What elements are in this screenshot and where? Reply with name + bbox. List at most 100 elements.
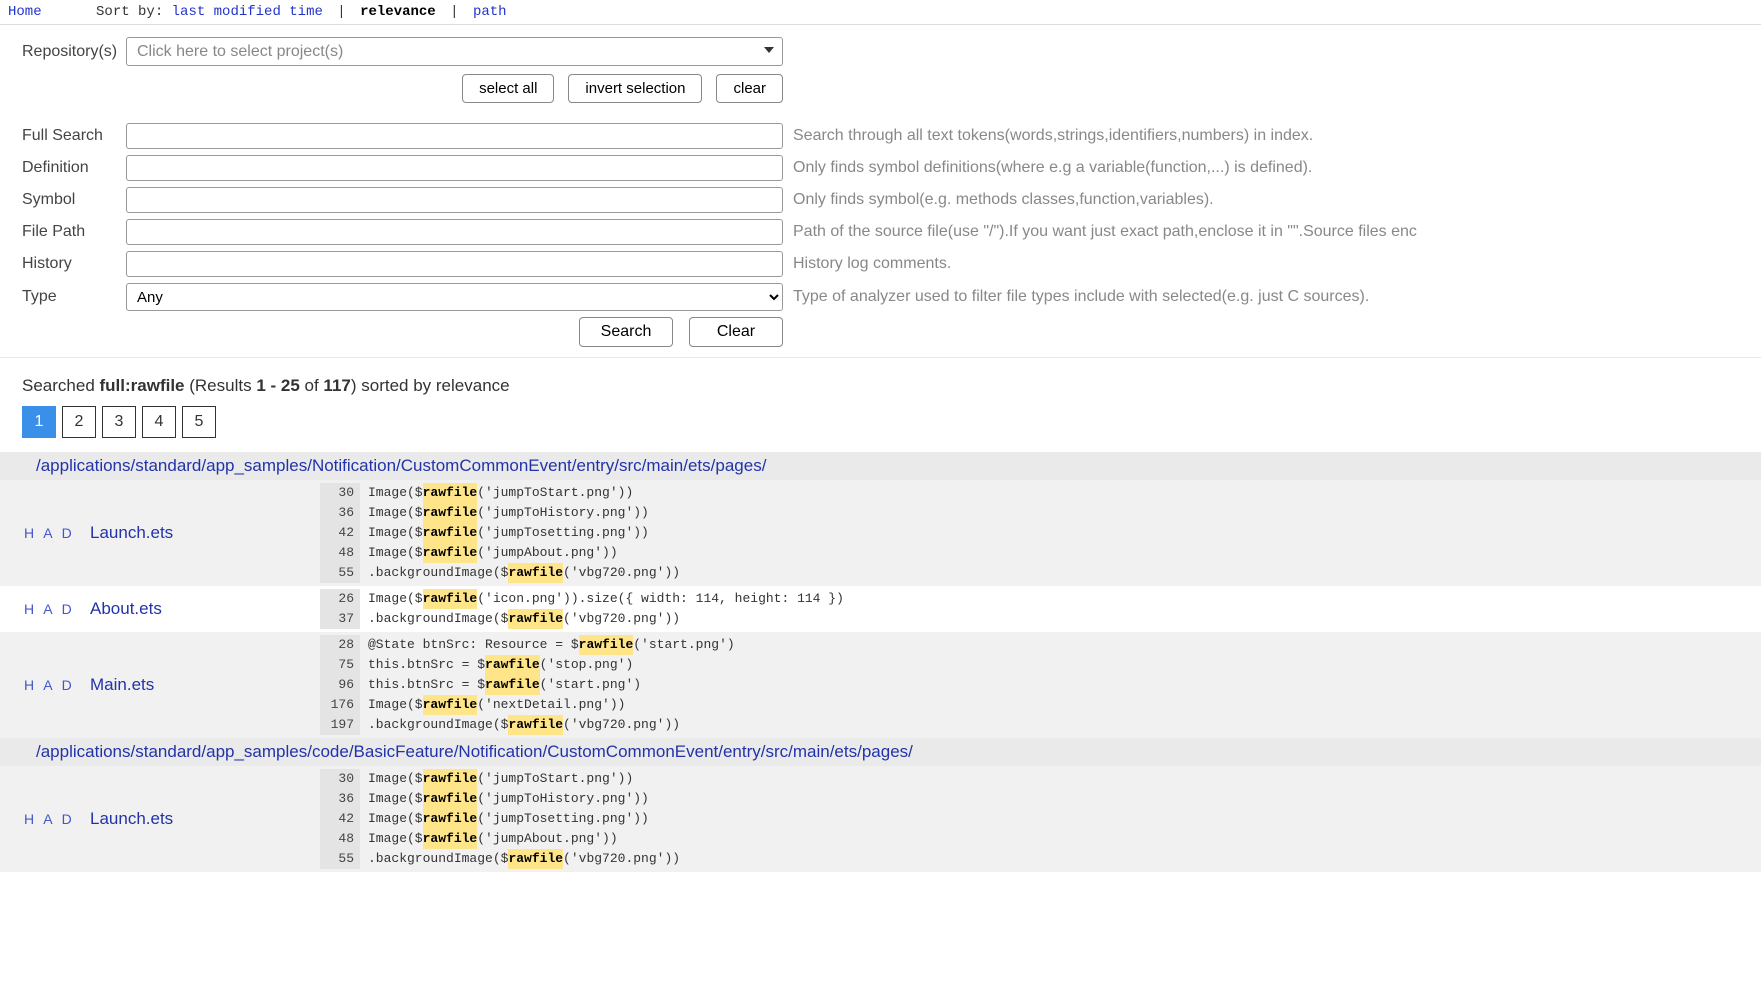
summary-open: (Results bbox=[185, 376, 257, 395]
file-block: H A DMain.ets28@State btnSrc: Resource =… bbox=[0, 632, 1761, 738]
line-number: 30 bbox=[320, 483, 360, 503]
line-number: 26 bbox=[320, 589, 360, 609]
file-name-link[interactable]: Launch.ets bbox=[90, 766, 320, 872]
line-number: 37 bbox=[320, 609, 360, 629]
highlight: rawfile bbox=[508, 609, 563, 629]
highlight: rawfile bbox=[508, 715, 563, 735]
summary-prefix: Searched bbox=[22, 376, 100, 395]
sort-by-label: Sort by: bbox=[96, 4, 163, 20]
search-button[interactable]: Search bbox=[579, 317, 673, 347]
code-line[interactable]: 48Image($rawfile('jumpAbout.png')) bbox=[320, 829, 1761, 849]
summary-range: 1 - 25 bbox=[256, 376, 299, 395]
type-select[interactable]: Any bbox=[126, 283, 783, 311]
highlight: rawfile bbox=[423, 829, 478, 849]
field-hint: Only finds symbol definitions(where e.g … bbox=[793, 159, 1312, 177]
had-links[interactable]: H A D bbox=[0, 480, 90, 586]
history-input[interactable] bbox=[126, 251, 783, 277]
line-number: 75 bbox=[320, 655, 360, 675]
full-search-input[interactable] bbox=[126, 123, 783, 149]
highlight: rawfile bbox=[423, 789, 478, 809]
lines-column: 30Image($rawfile('jumpToStart.png'))36Im… bbox=[320, 480, 1761, 586]
type-hint: Type of analyzer used to filter file typ… bbox=[793, 288, 1369, 306]
code-line[interactable]: 42Image($rawfile('jumpTosetting.png')) bbox=[320, 523, 1761, 543]
code-line[interactable]: 55.backgroundImage($rawfile('vbg720.png'… bbox=[320, 849, 1761, 869]
search-form: Repository(s) Click here to select proje… bbox=[0, 25, 1761, 358]
chevron-down-icon bbox=[764, 47, 774, 53]
summary-query: full:rawfile bbox=[100, 376, 185, 395]
definition-input[interactable] bbox=[126, 155, 783, 181]
line-number: 42 bbox=[320, 809, 360, 829]
code-line[interactable]: 176Image($rawfile('nextDetail.png')) bbox=[320, 695, 1761, 715]
page-4[interactable]: 4 bbox=[142, 406, 176, 438]
highlight: rawfile bbox=[423, 809, 478, 829]
code-line[interactable]: 42Image($rawfile('jumpTosetting.png')) bbox=[320, 809, 1761, 829]
had-links[interactable]: H A D bbox=[0, 766, 90, 872]
select-all-button[interactable]: select all bbox=[462, 74, 554, 103]
code-line[interactable]: 36Image($rawfile('jumpToHistory.png')) bbox=[320, 503, 1761, 523]
field-label: Symbol bbox=[22, 191, 126, 209]
repo-button-row: select all invert selection clear bbox=[126, 74, 783, 103]
file-name-link[interactable]: Main.ets bbox=[90, 632, 320, 738]
code-line[interactable]: 55.backgroundImage($rawfile('vbg720.png'… bbox=[320, 563, 1761, 583]
had-links[interactable]: H A D bbox=[0, 586, 90, 632]
line-number: 42 bbox=[320, 523, 360, 543]
highlight: rawfile bbox=[423, 589, 478, 609]
sort-option-last-modified-time[interactable]: last modified time bbox=[172, 4, 323, 20]
code-line[interactable]: 96this.btnSrc = $rawfile('start.png') bbox=[320, 675, 1761, 695]
line-number: 55 bbox=[320, 563, 360, 583]
file-path-input[interactable] bbox=[126, 219, 783, 245]
sort-options: last modified time | relevance | path bbox=[172, 4, 507, 20]
home-link[interactable]: Home bbox=[8, 4, 42, 20]
code-line[interactable]: 28@State btnSrc: Resource = $rawfile('st… bbox=[320, 635, 1761, 655]
lines-column: 26Image($rawfile('icon.png')).size({ wid… bbox=[320, 586, 1761, 632]
summary-of: of bbox=[300, 376, 324, 395]
symbol-input[interactable] bbox=[126, 187, 783, 213]
line-number: 176 bbox=[320, 695, 360, 715]
directory-header[interactable]: /applications/standard/app_samples/Notif… bbox=[0, 452, 1761, 480]
lines-column: 30Image($rawfile('jumpToStart.png'))36Im… bbox=[320, 766, 1761, 872]
highlight: rawfile bbox=[423, 503, 478, 523]
code-line[interactable]: 75this.btnSrc = $rawfile('stop.png') bbox=[320, 655, 1761, 675]
highlight: rawfile bbox=[485, 675, 540, 695]
line-number: 197 bbox=[320, 715, 360, 735]
code-line[interactable]: 36Image($rawfile('jumpToHistory.png')) bbox=[320, 789, 1761, 809]
line-number: 30 bbox=[320, 769, 360, 789]
search-button-row: Search Clear bbox=[126, 317, 783, 347]
page-2[interactable]: 2 bbox=[62, 406, 96, 438]
line-number: 48 bbox=[320, 829, 360, 849]
page-3[interactable]: 3 bbox=[102, 406, 136, 438]
form-row-definition: Definition Only finds symbol definitions(… bbox=[22, 155, 1739, 181]
file-name-link[interactable]: Launch.ets bbox=[90, 480, 320, 586]
sort-option-path[interactable]: path bbox=[473, 4, 507, 20]
code-line[interactable]: 48Image($rawfile('jumpAbout.png')) bbox=[320, 543, 1761, 563]
repository-label: Repository(s) bbox=[22, 43, 126, 61]
file-block: H A DLaunch.ets30Image($rawfile('jumpToS… bbox=[0, 480, 1761, 586]
code-line[interactable]: 37.backgroundImage($rawfile('vbg720.png'… bbox=[320, 609, 1761, 629]
code-line[interactable]: 30Image($rawfile('jumpToStart.png')) bbox=[320, 769, 1761, 789]
field-label: Definition bbox=[22, 159, 126, 177]
highlight: rawfile bbox=[423, 695, 478, 715]
code-line[interactable]: 197.backgroundImage($rawfile('vbg720.png… bbox=[320, 715, 1761, 735]
highlight: rawfile bbox=[423, 483, 478, 503]
results-summary: Searched full:rawfile (Results 1 - 25 of… bbox=[0, 358, 1761, 406]
summary-total: 117 bbox=[323, 376, 350, 395]
page-1[interactable]: 1 bbox=[22, 406, 56, 438]
invert-selection-button[interactable]: invert selection bbox=[568, 74, 702, 103]
code-line[interactable]: 26Image($rawfile('icon.png')).size({ wid… bbox=[320, 589, 1761, 609]
file-name-link[interactable]: About.ets bbox=[90, 586, 320, 632]
directory-header[interactable]: /applications/standard/app_samples/code/… bbox=[0, 738, 1761, 766]
field-hint: History log comments. bbox=[793, 255, 951, 273]
file-block: H A DLaunch.ets30Image($rawfile('jumpToS… bbox=[0, 766, 1761, 872]
clear-button[interactable]: Clear bbox=[689, 317, 783, 347]
page-5[interactable]: 5 bbox=[182, 406, 216, 438]
code-line[interactable]: 30Image($rawfile('jumpToStart.png')) bbox=[320, 483, 1761, 503]
clear-selection-button[interactable]: clear bbox=[716, 74, 783, 103]
summary-close: ) sorted by relevance bbox=[351, 376, 510, 395]
field-label: Full Search bbox=[22, 127, 126, 145]
form-row-file-path: File PathPath of the source file(use "/"… bbox=[22, 219, 1739, 245]
had-links[interactable]: H A D bbox=[0, 632, 90, 738]
field-hint: Path of the source file(use "/").If you … bbox=[793, 223, 1417, 241]
sort-option-relevance[interactable]: relevance bbox=[360, 4, 436, 20]
highlight: rawfile bbox=[508, 563, 563, 583]
repository-select[interactable]: Click here to select project(s) bbox=[126, 37, 783, 66]
